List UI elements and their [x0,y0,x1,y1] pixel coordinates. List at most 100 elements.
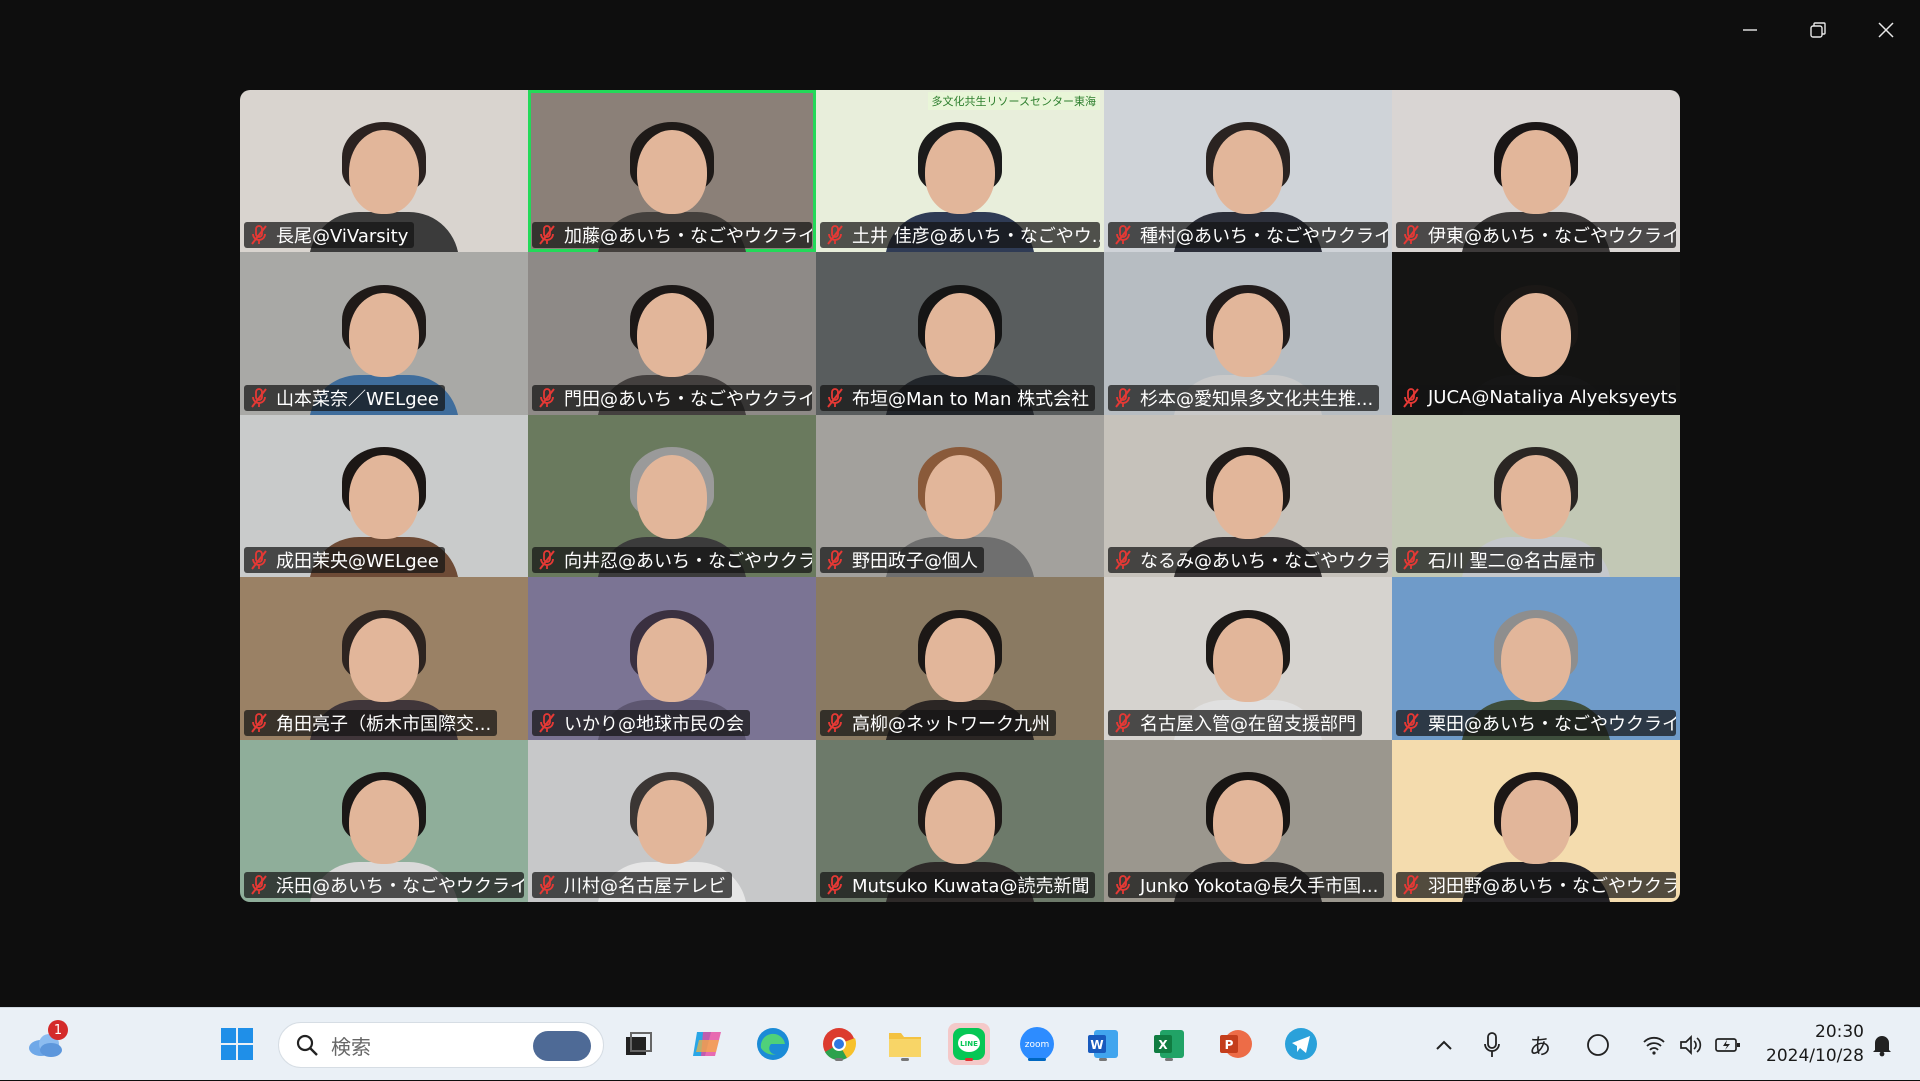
mic-muted-icon [1403,387,1419,408]
battery-charging-icon[interactable] [1708,1008,1748,1081]
participant-name-label: 高柳@ネットワーク九州 [820,709,1056,736]
participant-name-label: 野田政子@個人 [820,547,984,574]
participant-name: 高柳@ネットワーク九州 [852,713,1050,735]
line-icon[interactable]: LINE [948,1023,990,1065]
mic-muted-icon [827,387,843,408]
participant-face [637,292,707,377]
participant-name: 名古屋入管@在留支援部門 [1140,713,1356,735]
zoom-icon[interactable]: zoom [1016,1023,1058,1065]
participant-video-tile[interactable]: いかり@地球市民の会 [528,577,816,740]
participant-name: 長尾@ViVarsity [276,226,409,248]
mic-muted-icon [251,225,267,246]
mic-muted-icon [827,712,843,733]
participant-face [349,455,419,540]
participant-video-tile[interactable]: 多文化共生リソースセンター東海 土井 佳彦@あいち・なごやウ... [816,90,1104,253]
participant-video-tile[interactable]: Junko Yokota@長久手市国... [1104,739,1392,902]
participant-video-tile[interactable]: 成田茉央@WELgee [240,414,528,578]
ime-mode-indicator[interactable]: あ [1520,1008,1560,1081]
participant-face [1501,292,1571,377]
copilot-icon[interactable] [686,1023,728,1065]
participant-video-tile[interactable]: 山本菜奈／WELgee [240,252,528,415]
excel-icon[interactable]: X [1148,1023,1190,1065]
participant-name-label: 門田@あいち・なごやウクライナ... [532,384,812,411]
mic-muted-icon [1115,712,1131,733]
restore-icon[interactable] [1784,0,1852,60]
windows-start-icon[interactable] [216,1023,258,1065]
participant-name: 土井 佳彦@あいち・なごやウ... [852,226,1100,248]
participant-name-label: 布垣@Man to Man 株式会社 [820,384,1096,411]
participant-face [925,617,995,702]
participant-face [349,617,419,702]
telegram-icon[interactable] [1280,1023,1322,1065]
participant-name-label: JUCA@Nataliya Alyeksyeyts... [1396,384,1676,411]
mic-muted-icon [827,550,843,570]
close-icon[interactable] [1852,0,1920,60]
participant-name-label: 杉本@愛知県多文化共生推... [1108,384,1380,411]
chrome-icon[interactable] [818,1023,860,1065]
mic-muted-icon [827,875,843,895]
participant-face [637,779,707,864]
participant-video-tile[interactable]: 浜田@あいち・なごやウクライナ... [240,739,528,902]
chevron-up-icon[interactable] [1424,1008,1464,1081]
task-view-icon[interactable] [618,1023,660,1065]
participant-video-tile[interactable]: 杉本@愛知県多文化共生推... [1104,252,1392,415]
windows-taskbar: 1 検索 LINE zoom W X P あ 20:30 2024/10/28 [0,1007,1920,1080]
participant-name: 伊東@あいち・なごやウクライナ避... [1428,226,1676,248]
participant-name: いかり@地球市民の会 [564,713,744,735]
participant-face [349,292,419,377]
wifi-icon[interactable] [1634,1008,1674,1081]
mic-muted-icon [539,550,555,570]
participant-face [1213,455,1283,540]
participant-video-tile[interactable]: Mutsuko Kuwata@読売新聞 [816,739,1104,902]
focus-moon-icon[interactable] [1578,1008,1618,1081]
participant-video-tile[interactable]: 栗田@あいち・なごやウクライナ... [1392,577,1680,740]
word-icon[interactable]: W [1082,1023,1124,1065]
mic-muted-icon [251,875,267,895]
mic-muted-icon [1403,712,1419,733]
participant-video-tile[interactable]: 向井忍@あいち・なごやウクラ... [528,414,816,578]
participant-face [1213,779,1283,864]
participant-name-label: 名古屋入管@在留支援部門 [1108,709,1362,736]
minimize-icon[interactable] [1716,0,1784,60]
search-highlight-icon [533,1031,591,1061]
participant-name-label: 加藤@あいち・なごやウクライナ避... [532,222,812,249]
participant-video-tile[interactable]: 川村@名古屋テレビ [528,739,816,902]
participant-video-tile[interactable]: 布垣@Man to Man 株式会社 [816,252,1104,415]
participant-video-tile[interactable]: 野田政子@個人 [816,414,1104,578]
participant-video-tile[interactable]: 門田@あいち・なごやウクライナ... [528,252,816,415]
notification-bell-icon[interactable] [1862,1008,1902,1081]
system-clock[interactable]: 20:30 2024/10/28 [1758,1020,1864,1068]
volume-icon[interactable] [1670,1008,1710,1081]
participant-video-tile[interactable]: 石川 聖二@名古屋市 [1392,414,1680,578]
participant-name-label: 石川 聖二@名古屋市 [1396,547,1602,574]
mic-muted-icon [1403,875,1419,895]
file-explorer-icon[interactable] [884,1023,926,1065]
participant-name: なるみ@あいち・なごやウクライ... [1140,551,1388,573]
participant-video-tile[interactable]: JUCA@Nataliya Alyeksyeyts... [1392,252,1680,415]
clock-time: 20:30 [1815,1022,1864,1042]
powerpoint-icon[interactable]: P [1214,1023,1256,1065]
participant-video-tile[interactable]: 伊東@あいち・なごやウクライナ避... [1392,90,1680,253]
participant-video-tile[interactable]: 加藤@あいち・なごやウクライナ避... [528,90,816,253]
participant-name-label: 角田亮子（栃木市国際交... [244,709,498,736]
participant-video-tile[interactable]: 羽田野@あいち・なごやウクラ... [1392,739,1680,902]
participant-face [925,779,995,864]
participant-video-tile[interactable]: なるみ@あいち・なごやウクライ... [1104,414,1392,578]
participant-name: 門田@あいち・なごやウクライナ... [564,388,812,410]
participant-video-tile[interactable]: 種村@あいち・なごやウクライナ... [1104,90,1392,253]
video-gallery: 長尾@ViVarsity 加藤@あいち・なごやウクライナ避...多文化共生リソース… [240,90,1680,902]
participant-video-tile[interactable]: 高柳@ネットワーク九州 [816,577,1104,740]
taskbar-search-box[interactable]: 検索 [278,1022,604,1068]
participant-video-tile[interactable]: 角田亮子（栃木市国際交... [240,577,528,740]
mic-muted-icon [1115,387,1131,408]
mic-muted-icon [827,225,843,246]
participant-video-tile[interactable]: 長尾@ViVarsity [240,90,528,253]
participant-name: Junko Yokota@長久手市国... [1140,875,1379,897]
microphone-icon[interactable] [1472,1008,1512,1081]
participant-face [1213,617,1283,702]
edge-icon[interactable] [752,1023,794,1065]
participant-face [637,617,707,702]
participant-video-tile[interactable]: 名古屋入管@在留支援部門 [1104,577,1392,740]
participant-name-label: 向井忍@あいち・なごやウクラ... [532,547,812,574]
svg-text:X: X [1158,1038,1168,1052]
